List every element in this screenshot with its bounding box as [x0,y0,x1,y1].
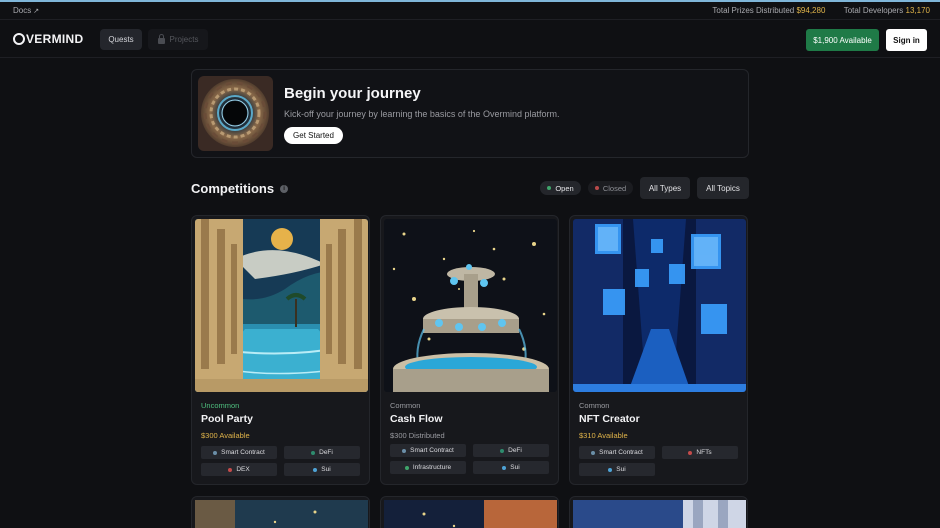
tag-dex: DEX [201,463,277,476]
tab-quests[interactable]: Quests [100,29,142,50]
prizes-label: Total Prizes Distributed [712,6,795,15]
card-rarity: Common [390,401,421,410]
all-topics-dropdown[interactable]: All Topics [697,177,749,199]
competition-card-row2-3[interactable] [569,496,748,528]
tab-quests-label: Quests [108,35,134,44]
brand-logo[interactable]: VERMIND [13,32,83,46]
docs-link[interactable]: Docs ↗ [13,6,39,15]
filter-open-label: Open [555,183,574,193]
competition-card-cash-flow[interactable]: Common Cash Flow $300 Distributed Smart … [380,215,559,485]
lock-icon [157,34,165,44]
prizes-value: $94,280 [796,6,826,15]
journey-artwork [198,76,273,151]
filter-closed-label: Closed [602,183,627,193]
tag-smart-contract: Smart Contract [390,444,466,457]
docs-label: Docs [13,6,32,15]
sign-in-button[interactable]: Sign in [886,29,927,51]
tag-infrastructure: Infrastructure [390,461,466,474]
competitions-title: Competitions [191,181,275,196]
card-rarity: Common [579,401,610,410]
tab-projects-label: Projects [169,35,199,44]
competition-card-nft-creator[interactable]: Common NFT Creator $310 Available Smart … [569,215,748,485]
open-status-dot [547,186,552,190]
filter-open[interactable]: Open [540,181,581,195]
card-prize: $310 Available [579,431,628,440]
logo-ring-icon [13,33,25,45]
card-name: Cash Flow [390,413,443,425]
tag-defi: DeFi [284,446,360,459]
card-artwork [195,500,368,528]
tag-smart-contract: Smart Contract [201,446,277,459]
tab-projects[interactable]: Projects [148,29,208,50]
closed-status-dot [594,186,599,190]
all-types-dropdown[interactable]: All Types [640,177,690,199]
competition-card-row2-1[interactable] [191,496,370,528]
card-artwork [573,500,746,528]
competition-card-row2-2[interactable] [380,496,559,528]
top-info-bar: Docs ↗ Total Prizes Distributed $94,280 T… [0,2,940,20]
tag-nfts: NFTs [662,446,738,459]
competitions-heading: Competitions i [191,181,289,196]
external-link-icon: ↗ [33,8,40,15]
card-name: NFT Creator [579,413,640,425]
available-balance-button[interactable]: $1,900 Available [806,29,879,51]
tag-sui: Sui [473,461,549,474]
main-navbar: VERMIND Quests Projects $1,900 Available… [0,21,940,58]
get-started-button[interactable]: Get Started [284,127,343,144]
developers-value: 13,170 [905,6,930,15]
tag-smart-contract: Smart Contract [579,446,655,459]
card-artwork [384,500,557,528]
card-prize: $300 Available [201,431,250,440]
pool-party-artwork [195,219,368,392]
tag-sui: Sui [579,463,655,476]
tag-sui: Sui [284,463,360,476]
card-name: Pool Party [201,413,253,425]
card-prize: $300 Distributed [390,431,445,440]
competition-card-pool-party[interactable]: Uncommon Pool Party $300 Available Smart… [191,215,370,485]
journey-description: Kick-off your journey by learning the ba… [284,109,560,119]
journey-banner: Begin your journey Kick-off your journey… [191,69,749,158]
journey-title: Begin your journey [284,85,421,102]
tag-defi: DeFi [473,444,549,457]
info-icon[interactable]: i [280,184,289,193]
developers-label: Total Developers [843,6,904,15]
cash-flow-artwork [384,219,557,392]
nft-creator-artwork [573,219,746,392]
brand-name: VERMIND [26,32,84,46]
filter-closed[interactable]: Closed [588,181,633,195]
card-rarity: Uncommon [201,401,240,410]
platform-stats: Total Prizes Distributed $94,280 Total D… [712,6,930,15]
